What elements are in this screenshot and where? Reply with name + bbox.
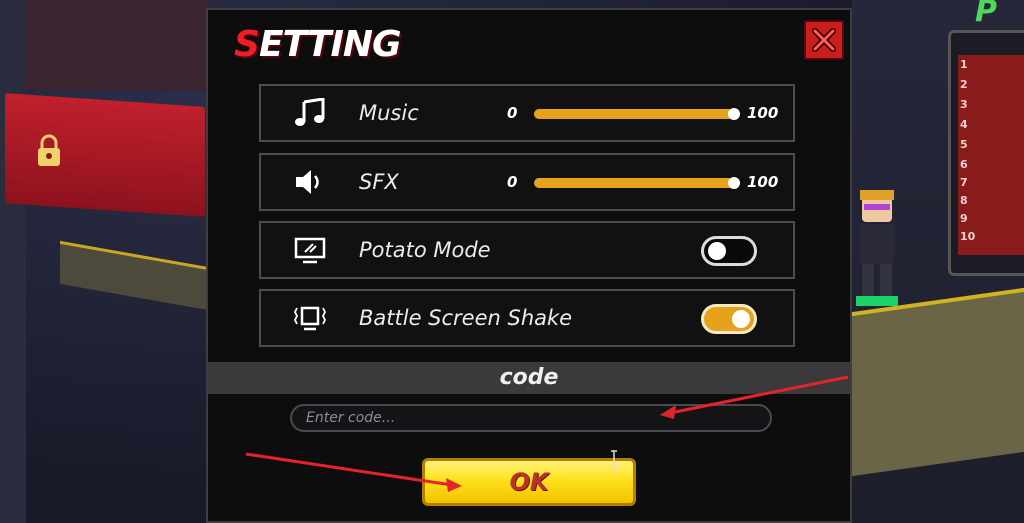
- screen-shake-toggle[interactable]: [701, 304, 757, 334]
- dialog-title: SETTING: [234, 24, 402, 65]
- potato-mode-setting-row: Potato Mode: [259, 221, 795, 279]
- screen-shake-icon: [293, 306, 327, 331]
- sfx-min-value: 0: [507, 173, 518, 191]
- ok-button-label: OK: [509, 468, 549, 496]
- background-sign-text: P: [975, 0, 997, 29]
- music-slider-fill: [534, 109, 734, 119]
- background-floor-right: [852, 287, 1024, 477]
- music-slider[interactable]: [534, 108, 740, 120]
- sfx-label: SFX: [359, 170, 399, 194]
- padlock-icon: [38, 134, 60, 166]
- ok-button[interactable]: OK: [422, 458, 636, 506]
- toggle-knob: [732, 310, 750, 328]
- leaderboard-rank: 5: [960, 138, 968, 151]
- screen-shake-label: Battle Screen Shake: [359, 306, 573, 330]
- music-slider-handle[interactable]: [728, 108, 740, 120]
- speaker-icon: [296, 170, 319, 194]
- text-cursor-icon: [611, 450, 617, 470]
- leaderboard-rank: 6: [960, 158, 968, 171]
- code-header-label: code: [499, 365, 559, 390]
- monitor-icon: [294, 237, 326, 264]
- background-pillar: [0, 0, 26, 523]
- title-initial: S: [234, 24, 260, 65]
- leaderboard-rank: 2: [960, 78, 968, 91]
- locked-red-crate: [5, 93, 205, 217]
- screen-shake-setting-row: Battle Screen Shake: [259, 289, 795, 347]
- code-section-header: code: [208, 362, 850, 394]
- sfx-max-value: 100: [747, 173, 779, 191]
- music-label: Music: [359, 101, 419, 125]
- close-icon: [812, 28, 836, 52]
- sfx-slider[interactable]: [534, 177, 740, 189]
- leaderboard-rank: 9: [960, 212, 968, 225]
- player-character: [856, 190, 898, 306]
- settings-dialog: SETTING Music 0 100 SFX 0 100 Potato Mod…: [206, 8, 852, 523]
- toggle-knob: [708, 242, 726, 260]
- music-note-icon: [295, 98, 325, 126]
- leaderboard-rank: 3: [960, 98, 968, 111]
- close-button[interactable]: [804, 20, 844, 60]
- music-min-value: 0: [507, 104, 518, 122]
- leaderboard-rank: 7: [960, 176, 968, 189]
- potato-mode-label: Potato Mode: [359, 238, 491, 262]
- background-wall: [0, 0, 210, 90]
- potato-mode-toggle[interactable]: [701, 236, 757, 266]
- code-input[interactable]: [290, 404, 772, 432]
- leaderboard-rank: 1: [960, 58, 968, 71]
- music-max-value: 100: [747, 104, 779, 122]
- leaderboard-rank: 8: [960, 194, 968, 207]
- music-setting-row: Music 0 100: [259, 84, 795, 142]
- leaderboard-rank: 4: [960, 118, 968, 131]
- sfx-slider-fill: [534, 178, 734, 188]
- sfx-slider-handle[interactable]: [728, 177, 740, 189]
- background-floor-left: [60, 240, 220, 313]
- title-rest: ETTING: [258, 24, 402, 65]
- sfx-setting-row: SFX 0 100: [259, 153, 795, 211]
- leaderboard-rank: 10: [960, 230, 976, 243]
